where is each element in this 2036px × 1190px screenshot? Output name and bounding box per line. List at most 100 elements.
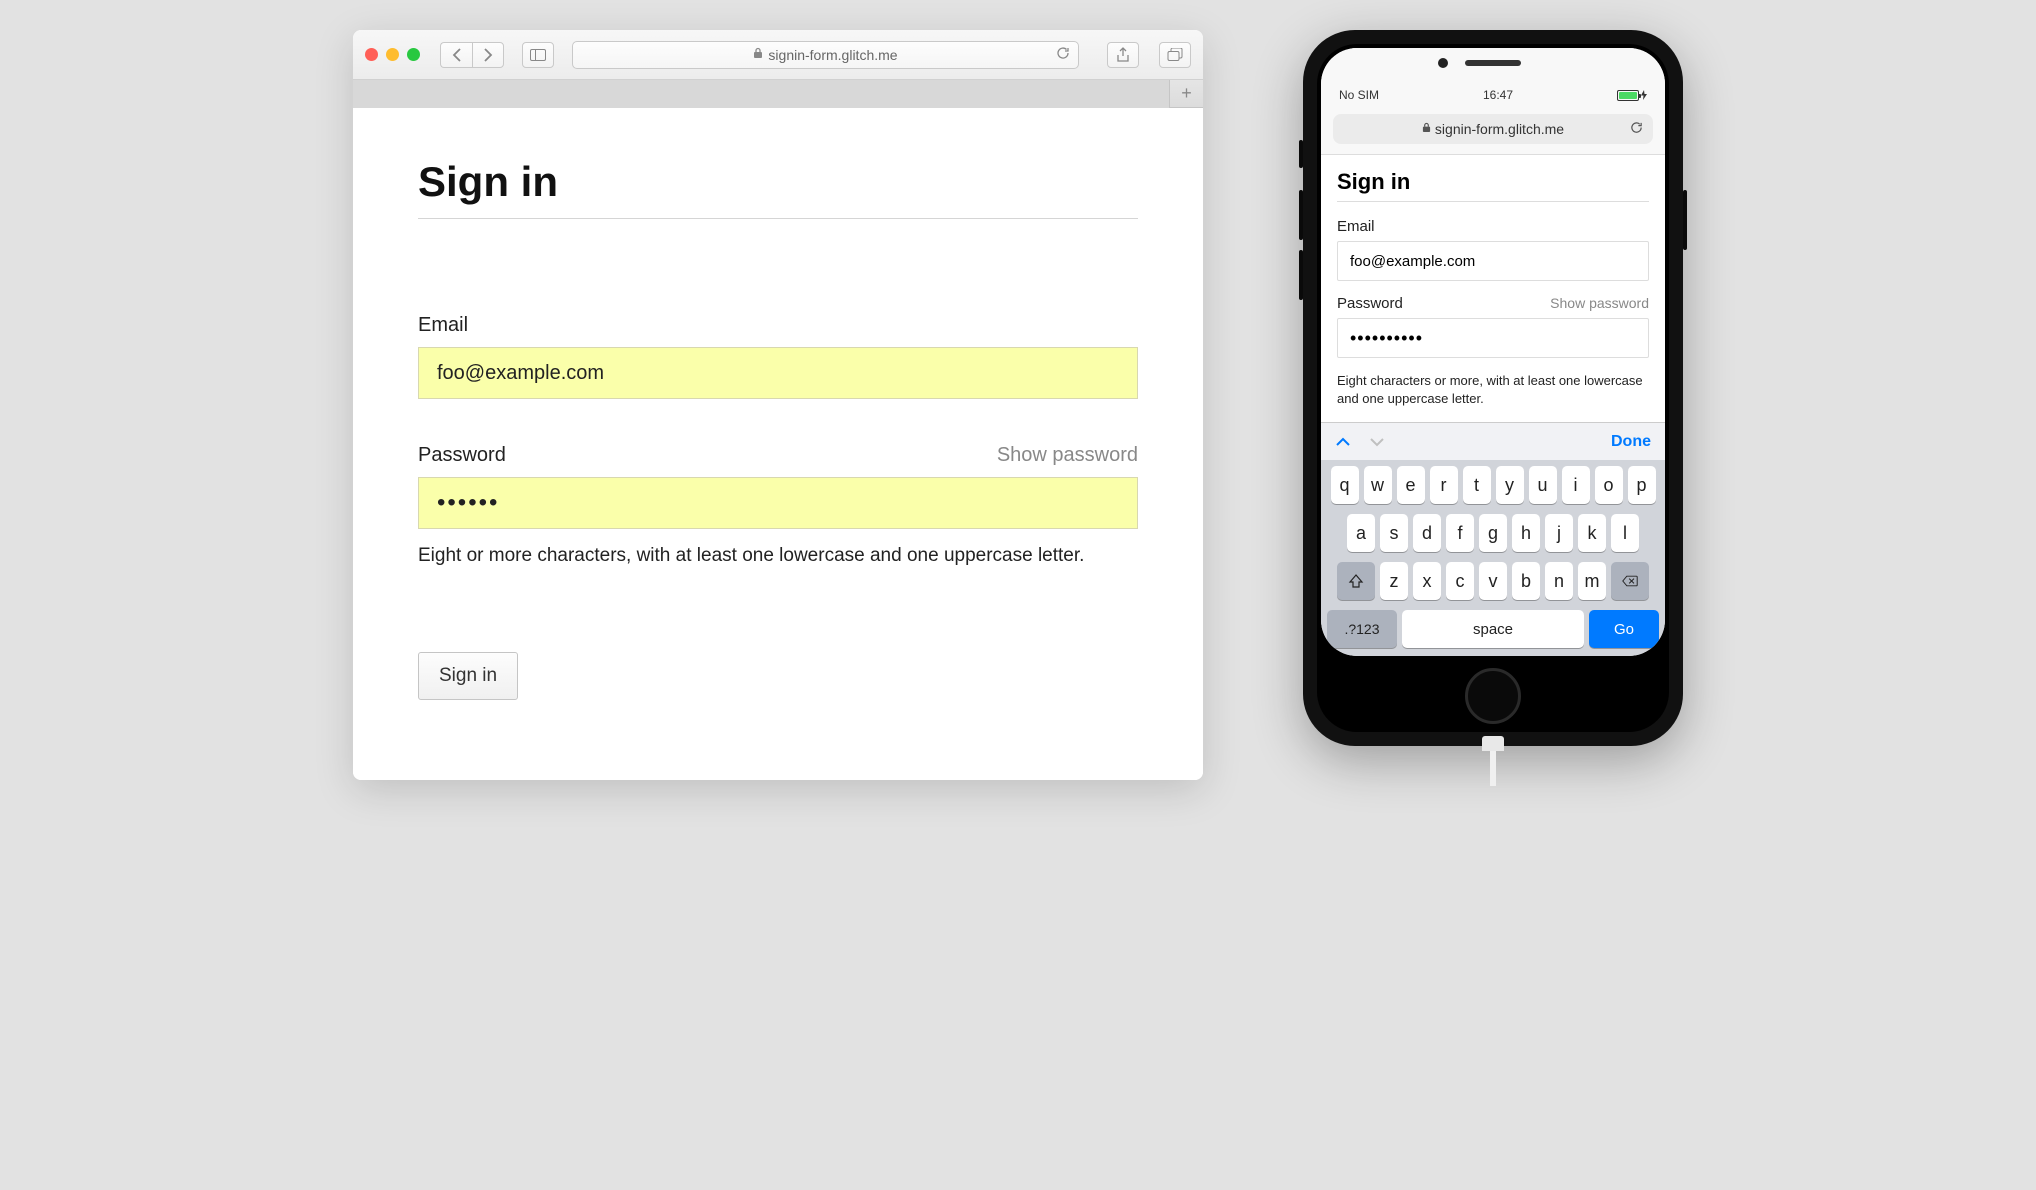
home-button[interactable] — [1465, 668, 1521, 724]
minimize-window-button[interactable] — [386, 48, 399, 61]
key-k[interactable]: k — [1578, 514, 1606, 552]
keyboard-done-button[interactable]: Done — [1611, 433, 1651, 451]
url-text: signin-form.glitch.me — [768, 47, 897, 63]
number-mode-key[interactable]: .?123 — [1327, 610, 1397, 648]
chevron-left-icon — [452, 48, 462, 62]
status-time: 16:47 — [1483, 88, 1513, 102]
key-c[interactable]: c — [1446, 562, 1474, 600]
chevron-up-icon — [1335, 437, 1351, 447]
key-g[interactable]: g — [1479, 514, 1507, 552]
speaker-grille — [1465, 60, 1521, 66]
key-m[interactable]: m — [1578, 562, 1606, 600]
key-y[interactable]: y — [1496, 466, 1524, 504]
prev-field-button[interactable] — [1335, 431, 1351, 452]
keyboard-accessory-bar: Done — [1321, 422, 1665, 460]
sidebar-button[interactable] — [522, 42, 554, 68]
safari-toolbar: signin-form.glitch.me — [353, 30, 1203, 80]
carrier-text: No SIM — [1339, 88, 1379, 102]
maximize-window-button[interactable] — [407, 48, 420, 61]
front-camera — [1438, 58, 1448, 68]
key-r[interactable]: r — [1430, 466, 1458, 504]
close-window-button[interactable] — [365, 48, 378, 61]
space-key[interactable]: space — [1402, 610, 1584, 648]
go-key[interactable]: Go — [1589, 610, 1659, 648]
keyboard-row-2: asdfghjkl — [1325, 514, 1661, 552]
mute-switch — [1299, 140, 1303, 168]
iphone-screen: No SIM 16:47 signin-form.glitch.me — [1321, 48, 1665, 656]
sidebar-icon — [530, 49, 546, 61]
key-q[interactable]: q — [1331, 466, 1359, 504]
key-z[interactable]: z — [1380, 562, 1408, 600]
chevron-right-icon — [483, 48, 493, 62]
address-bar[interactable]: signin-form.glitch.me — [572, 41, 1079, 69]
reload-button[interactable] — [1056, 46, 1070, 64]
iphone-device: No SIM 16:47 signin-form.glitch.me — [1303, 30, 1683, 746]
lock-icon — [1422, 122, 1431, 136]
key-t[interactable]: t — [1463, 466, 1491, 504]
mobile-email-input[interactable] — [1337, 241, 1649, 281]
key-e[interactable]: e — [1397, 466, 1425, 504]
email-field-group: Email — [418, 314, 1138, 399]
email-label: Email — [418, 314, 468, 337]
mobile-url-text: signin-form.glitch.me — [1435, 121, 1564, 137]
share-button[interactable] — [1107, 42, 1139, 68]
key-j[interactable]: j — [1545, 514, 1573, 552]
tabs-button[interactable] — [1159, 42, 1191, 68]
show-password-toggle[interactable]: Show password — [997, 444, 1138, 467]
mobile-email-field-group: Email — [1337, 218, 1649, 281]
signin-button[interactable]: Sign in — [418, 652, 518, 700]
key-p[interactable]: p — [1628, 466, 1656, 504]
share-icon — [1116, 47, 1130, 63]
window-controls — [365, 48, 420, 61]
status-bar: No SIM 16:47 — [1321, 48, 1665, 108]
toolbar-right — [1097, 42, 1191, 68]
mobile-page-title: Sign in — [1337, 169, 1649, 202]
nav-buttons — [440, 42, 504, 68]
password-input[interactable] — [418, 477, 1138, 529]
key-h[interactable]: h — [1512, 514, 1540, 552]
mobile-address-bar-container: signin-form.glitch.me — [1321, 108, 1665, 155]
reload-icon — [1630, 121, 1643, 134]
battery-indicator — [1617, 90, 1647, 101]
key-v[interactable]: v — [1479, 562, 1507, 600]
key-b[interactable]: b — [1512, 562, 1540, 600]
key-w[interactable]: w — [1364, 466, 1392, 504]
volume-up-button — [1299, 190, 1303, 240]
power-button — [1683, 190, 1687, 250]
mobile-reload-button[interactable] — [1630, 121, 1643, 137]
key-f[interactable]: f — [1446, 514, 1474, 552]
mobile-page-content: Sign in Email Password Show password — [1321, 155, 1665, 422]
password-helper-text: Eight or more characters, with at least … — [418, 545, 1138, 567]
key-x[interactable]: x — [1413, 562, 1441, 600]
backspace-key[interactable] — [1611, 562, 1649, 600]
new-tab-button[interactable]: + — [1169, 80, 1203, 108]
next-field-button[interactable] — [1369, 431, 1385, 452]
tabs-icon — [1167, 48, 1183, 62]
key-n[interactable]: n — [1545, 562, 1573, 600]
password-field-group: Password Show password Eight or more cha… — [418, 444, 1138, 567]
keyboard-row-3: zxcvbnm — [1325, 562, 1661, 600]
mobile-address-bar[interactable]: signin-form.glitch.me — [1333, 114, 1653, 144]
ios-keyboard: qwertyuiop asdfghjkl zxcvbnm .?123 space… — [1321, 460, 1665, 656]
key-u[interactable]: u — [1529, 466, 1557, 504]
charging-icon — [1641, 90, 1647, 100]
password-label: Password — [418, 444, 506, 467]
shift-key[interactable] — [1337, 562, 1375, 600]
mobile-show-password-toggle[interactable]: Show password — [1550, 295, 1649, 311]
key-d[interactable]: d — [1413, 514, 1441, 552]
chevron-down-icon — [1369, 437, 1385, 447]
forward-button[interactable] — [472, 42, 504, 68]
key-l[interactable]: l — [1611, 514, 1639, 552]
key-s[interactable]: s — [1380, 514, 1408, 552]
plus-icon: + — [1181, 83, 1192, 104]
email-input[interactable] — [418, 347, 1138, 399]
page-title: Sign in — [418, 158, 1138, 219]
key-i[interactable]: i — [1562, 466, 1590, 504]
key-a[interactable]: a — [1347, 514, 1375, 552]
backspace-icon — [1622, 573, 1638, 589]
mobile-password-helper-text: Eight characters or more, with at least … — [1337, 372, 1649, 408]
keyboard-row-1: qwertyuiop — [1325, 466, 1661, 504]
key-o[interactable]: o — [1595, 466, 1623, 504]
back-button[interactable] — [440, 42, 472, 68]
mobile-password-input[interactable] — [1337, 318, 1649, 358]
